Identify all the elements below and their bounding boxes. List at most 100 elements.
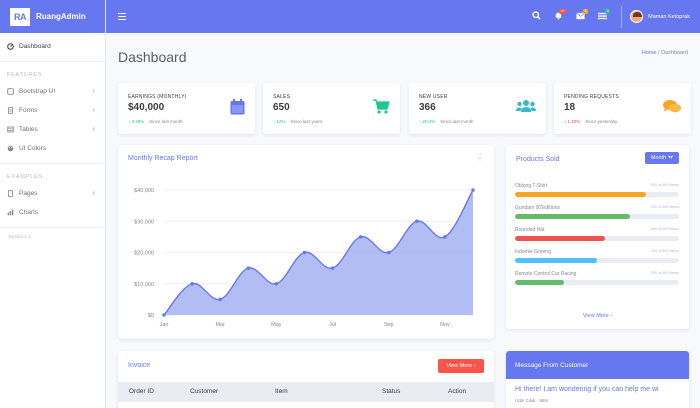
sidebar-item-bootstrap-ui[interactable]: Bootstrap UI › [0,82,105,101]
data-point [386,250,391,255]
stat-subtext: ↓ 1.10% Since yesterday [564,119,617,124]
recap-chart: $0 $10,000 $20,000 $30,000 $40,000 Jan Mar May J… [134,188,475,328]
product-row: Rounded Hat 400 of 800 Items [515,227,679,241]
product-count: 500 of 800 Items [650,205,679,209]
messages-button[interactable]: 2 [569,0,591,33]
stat-change: ↑ 3.48% [128,119,145,124]
alerts-button[interactable]: 3+ [547,0,569,33]
column-header[interactable]: Status [382,388,400,395]
chevron-down-icon [668,155,674,161]
y-tick-label: $10,000 [134,282,154,288]
stat-label: EARNINGS (MONTHLY) [128,94,187,100]
stat-since: Since yesterday [585,119,618,124]
stat-label: PENDING REQUESTS [564,94,619,100]
cart-icon [373,99,390,119]
sidebar-item-label: Charts [19,209,39,216]
breadcrumb: Home / Dashboard [642,50,688,56]
search-button[interactable] [525,0,547,33]
menu-toggle-icon[interactable] [118,12,126,21]
stat-subtext: ↑ 12% Since last years [273,119,322,124]
data-point [330,266,335,270]
stat-subtext: ↑ 20.4% Since last month [419,119,474,124]
sidebar-item-tables[interactable]: Tables › [0,120,105,139]
chevron-right-icon: › [92,190,95,197]
monthly-recap-card: Monthly Recap Report ⋮ $0 $10,000 $20,000 $… [118,145,494,339]
column-header[interactable]: Action [448,388,466,395]
stat-value: 650 [273,102,290,113]
avatar[interactable] [630,10,644,23]
sidebar-heading-features: FEATURES [7,72,43,78]
column-header[interactable]: Order ID [129,388,154,395]
data-point [274,281,279,286]
sidebar-item-label: Forms [19,107,38,114]
sidebar-item-label: Pages [19,190,38,197]
data-point [218,297,222,302]
column-header[interactable]: Customer [190,388,218,395]
progress-fill [515,280,565,285]
product-row: Remote Control Car Racing 200 of 800 Item… [515,271,679,285]
progress-track [515,214,679,219]
y-tick-label: $30,000 [134,219,154,225]
palette-icon [7,145,14,152]
data-point [358,235,363,239]
product-count: 400 of 800 Items [650,249,679,253]
progress-fill [515,258,597,263]
sidebar-heading-examples: EXAMPLES [7,174,44,180]
user-name[interactable]: Maman Ketoprak [648,14,690,20]
column-header[interactable]: Item [275,388,288,395]
stat-value: 366 [419,102,436,113]
sidebar-item-forms[interactable]: Forms › [0,101,105,120]
alerts-badge: 3+ [559,9,567,14]
y-tick-label: $0 [148,313,154,319]
tasks-button[interactable]: 3 [591,0,613,33]
stat-value: $40,000 [128,102,165,113]
stat-since: Since last month [149,119,183,124]
breadcrumb-current: Dashboard [661,50,688,56]
card-title: Invoice [128,362,151,369]
sidebar-item-label: Bootstrap UI [19,88,56,95]
chevron-right-icon: › [92,88,95,95]
progress-fill [515,214,630,219]
y-tick-label: $40,000 [134,188,154,194]
breadcrumb-home[interactable]: Home [642,50,657,56]
data-point [471,188,475,192]
brand[interactable]: RA RuangAdmin [0,0,105,33]
x-tick-label: Jan [160,322,169,328]
y-tick-label: $20,000 [134,251,154,257]
comments-icon [663,99,681,119]
sidebar-item-pages[interactable]: Pages › [0,184,105,203]
card-title: Products Sold [516,156,560,163]
product-count: 200 of 800 Items [650,271,679,275]
message-preview[interactable]: Hi there! I am wondering if you can help… [515,386,659,393]
topbar-actions: 3+ 2 3 Maman Ketoprak [525,0,700,33]
stat-change: ↑ 12% [273,119,286,124]
product-row: Indomie Goreng 400 of 800 Items [515,249,679,263]
month-dropdown-button[interactable]: Month [645,152,679,164]
sidebar-item-dashboard[interactable]: Dashboard [0,37,105,56]
month-button-label: Month [650,155,667,161]
search-icon [532,11,541,22]
sidebar-item-ui-colors[interactable]: UI Colors [0,139,105,158]
messages-badge: 2 [583,9,589,14]
stat-label: SALES [273,94,291,100]
stat-card-earnings: EARNINGS (MONTHLY) $40,000 ↑ 3.48% Since… [118,83,255,134]
product-row: Oblong T-Shirt 500 of 800 Items [515,183,679,197]
sidebar-item-charts[interactable]: Charts [0,203,105,222]
sidebar: RA RuangAdmin Dashboard FEATURES Bootstr… [0,0,106,408]
data-point [246,266,251,270]
x-tick-label: Sep [384,322,394,328]
tables-icon [7,126,14,133]
pages-icon [7,190,14,197]
stat-since: Since last years [290,119,323,124]
x-tick-label: Jul [329,322,336,328]
data-point [162,313,166,317]
products-sold-card: Products Sold Month Oblong T-Shirt 500 of… [506,145,689,329]
progress-fill [515,192,647,197]
stat-since: Since last month [440,119,474,124]
product-count: 500 of 800 Items [650,183,679,187]
bootstrap-icon [7,88,14,95]
view-more-button[interactable]: View More › [438,359,484,373]
view-more-link[interactable]: View More › [506,313,689,319]
topbar-divider [621,5,623,28]
dashboard-icon [7,43,14,50]
